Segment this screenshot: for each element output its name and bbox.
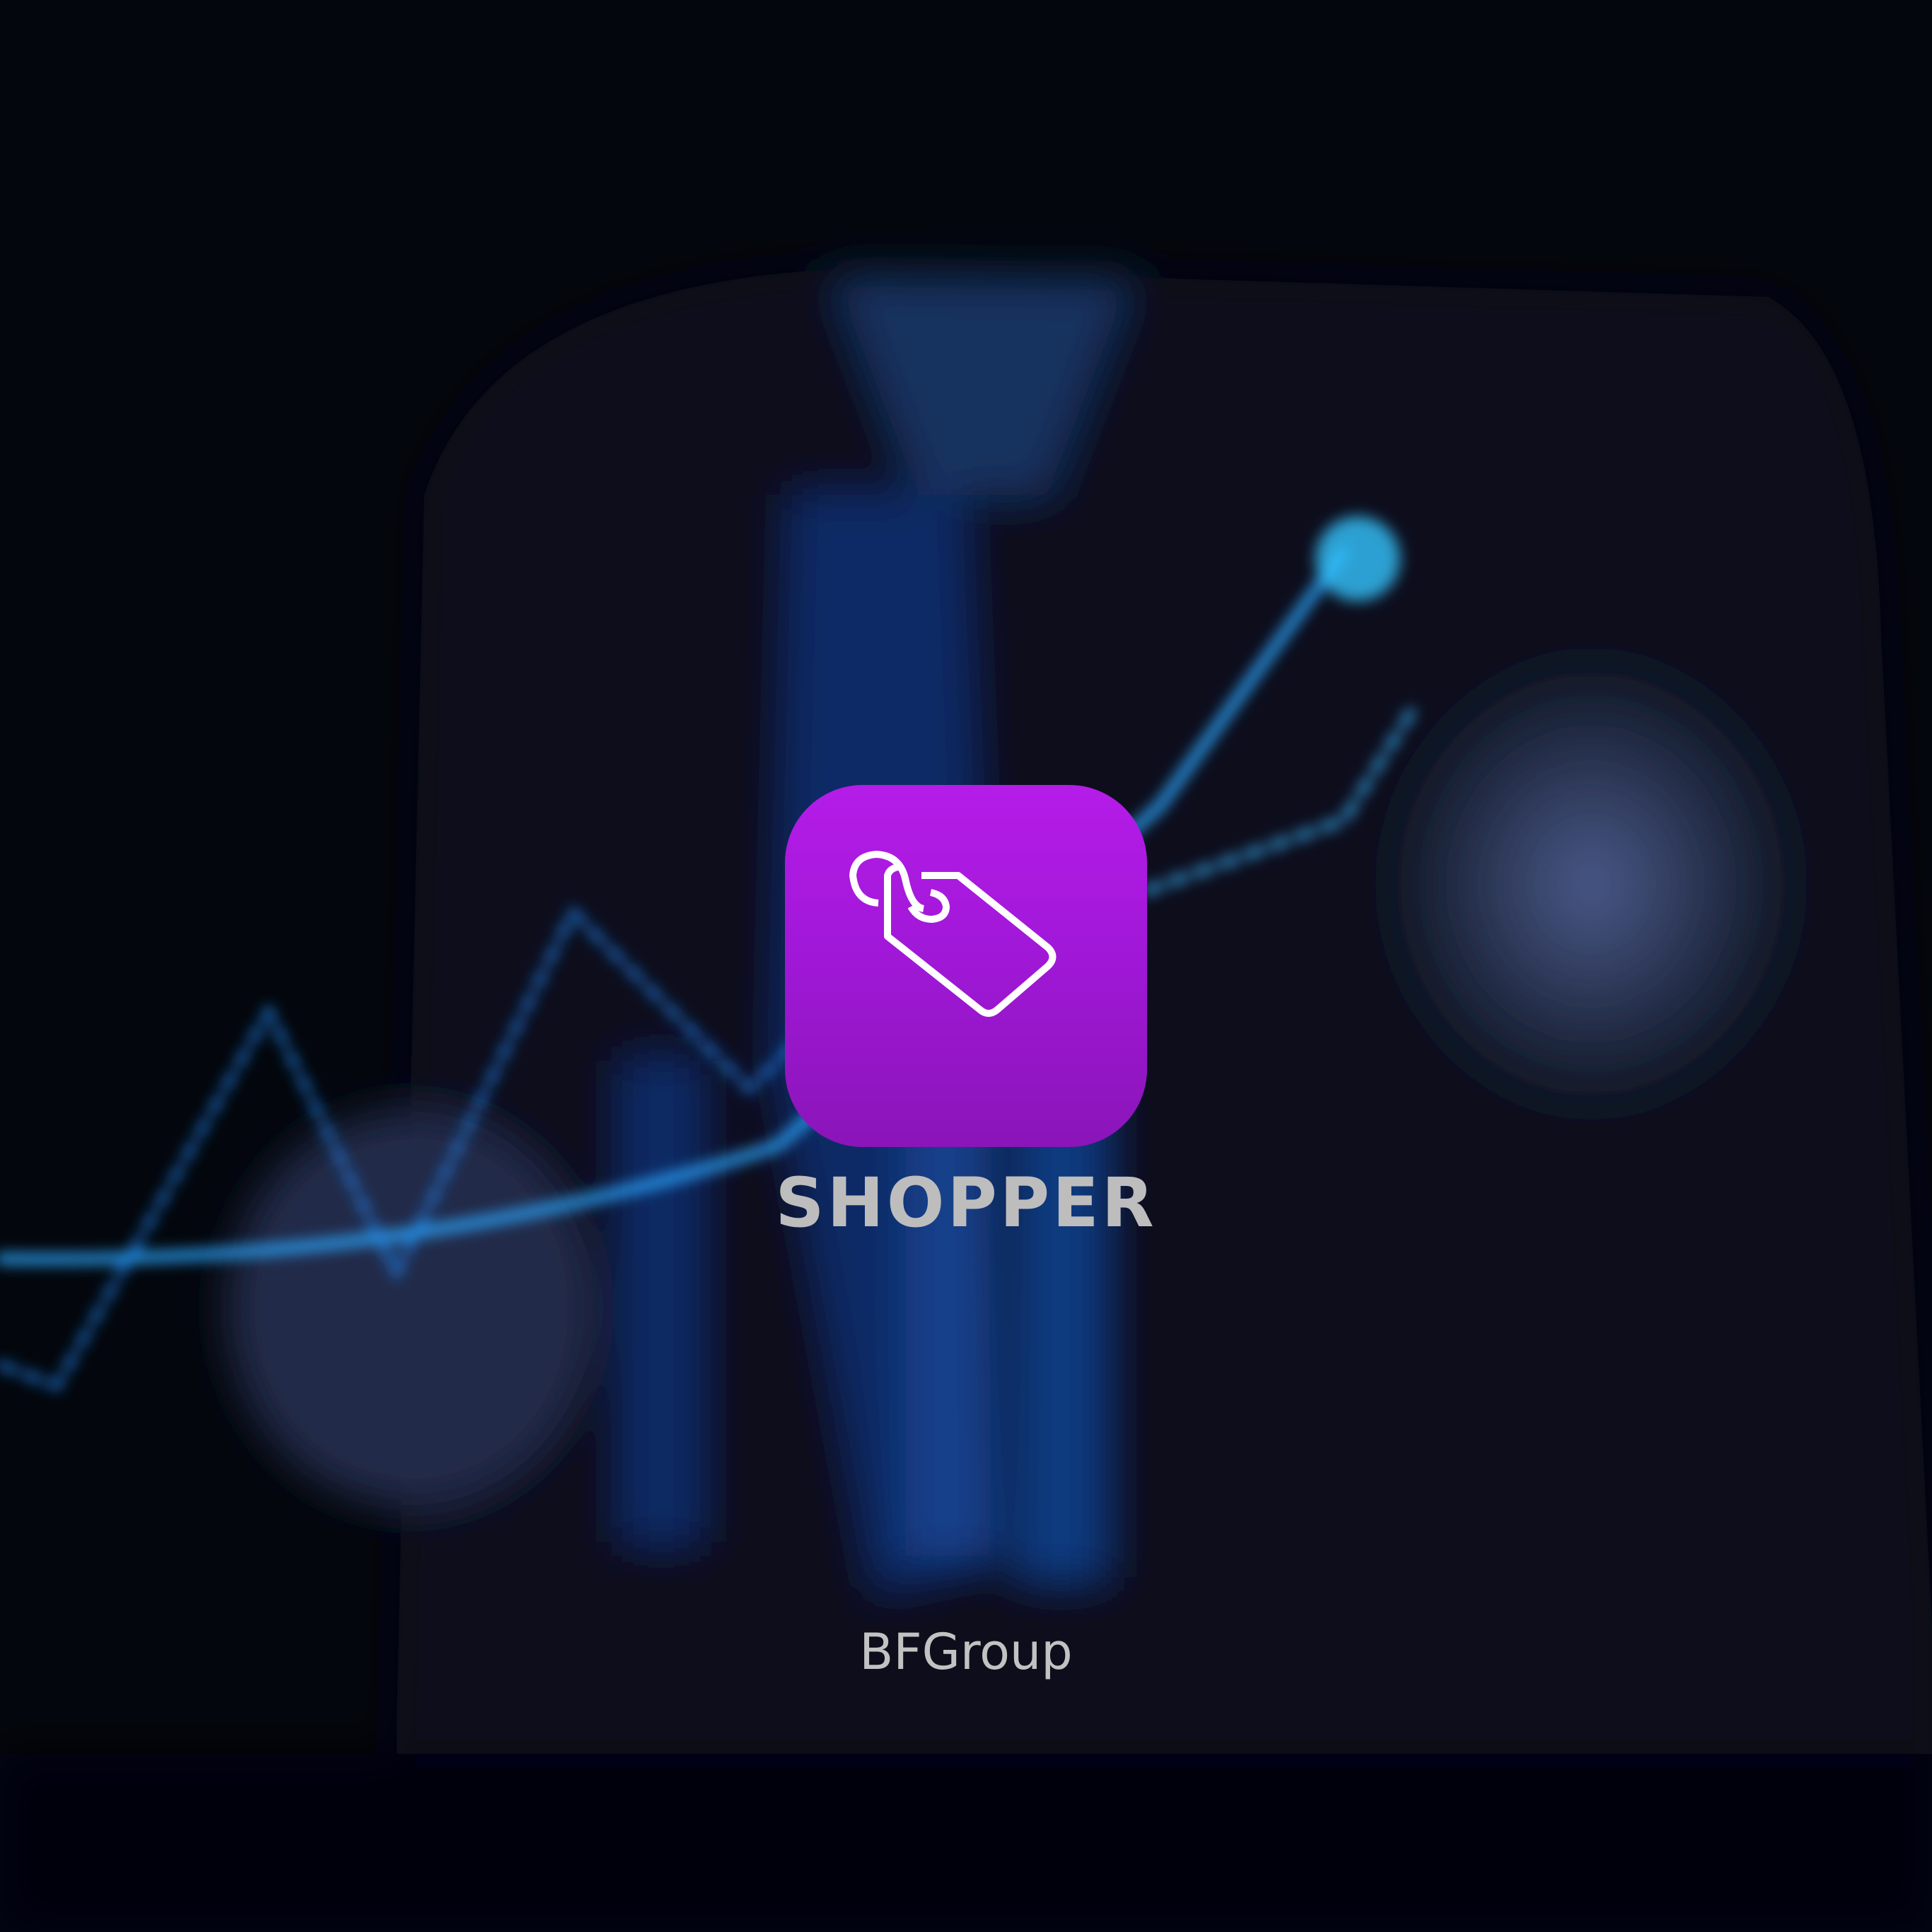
app-icon[interactable] [785, 785, 1147, 1147]
publisher-name: BFGroup [859, 1623, 1073, 1681]
price-tag-icon [849, 851, 1057, 1017]
app-name: SHOPPER [775, 1163, 1157, 1243]
